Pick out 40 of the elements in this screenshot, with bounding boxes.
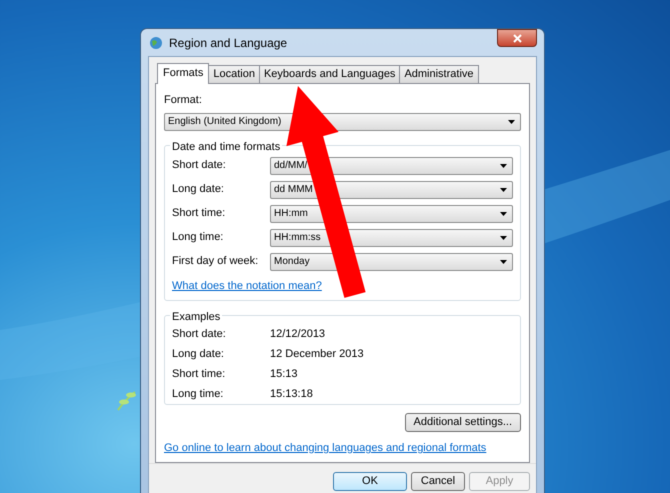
- close-icon: [512, 34, 522, 42]
- caret-icon: [508, 120, 515, 124]
- window-title: Region and Language: [169, 34, 288, 52]
- field-label: Long time:: [172, 230, 224, 246]
- field-label: Short date:: [172, 158, 227, 174]
- close-button[interactable]: [497, 29, 537, 47]
- caret-icon: [500, 188, 507, 192]
- dropdown[interactable]: dd MMM: [270, 180, 513, 198]
- dropdown[interactable]: HH:mm:ss: [270, 228, 513, 246]
- example-label: Short date:: [172, 326, 227, 342]
- globe-icon: [148, 34, 164, 50]
- tab[interactable]: Location: [208, 65, 260, 83]
- field-label: Long date:: [172, 182, 225, 198]
- tab[interactable]: Formats: [157, 63, 210, 84]
- caret-icon: [500, 212, 507, 216]
- online-help-link[interactable]: Go online to learn about changing languages and regional formats: [164, 442, 486, 454]
- dialog-button[interactable]: Cancel: [411, 472, 465, 491]
- field-label: First day of week:: [172, 254, 260, 270]
- example-label: Long time:: [172, 386, 224, 402]
- tab[interactable]: Keyboards and Languages: [258, 65, 400, 83]
- field-label: Short time:: [172, 206, 226, 222]
- caret-icon: [500, 260, 507, 264]
- plant-drawing: [117, 391, 136, 411]
- group-title: Examples: [170, 309, 222, 326]
- caret-icon: [500, 236, 507, 240]
- example-value: 12 December 2013: [270, 346, 364, 362]
- caret-icon: [500, 164, 507, 168]
- format-label: Format:: [164, 93, 203, 108]
- tab[interactable]: Administrative: [399, 65, 479, 83]
- dialog-button[interactable]: OK: [333, 472, 407, 491]
- example-label: Short time:: [172, 366, 226, 382]
- notation-link[interactable]: What does the notation mean?: [172, 280, 322, 292]
- example-value: 15:13:18: [270, 386, 313, 402]
- additional-settings-button[interactable]: Additional settings...: [404, 413, 521, 432]
- example-value: 12/12/2013: [270, 326, 326, 342]
- example-label: Long date:: [172, 346, 225, 362]
- dropdown[interactable]: HH:mm: [270, 204, 513, 222]
- dropdown[interactable]: Monday: [270, 252, 513, 270]
- example-value: 15:13: [270, 366, 298, 382]
- dropdown[interactable]: dd/MM/: [270, 156, 513, 174]
